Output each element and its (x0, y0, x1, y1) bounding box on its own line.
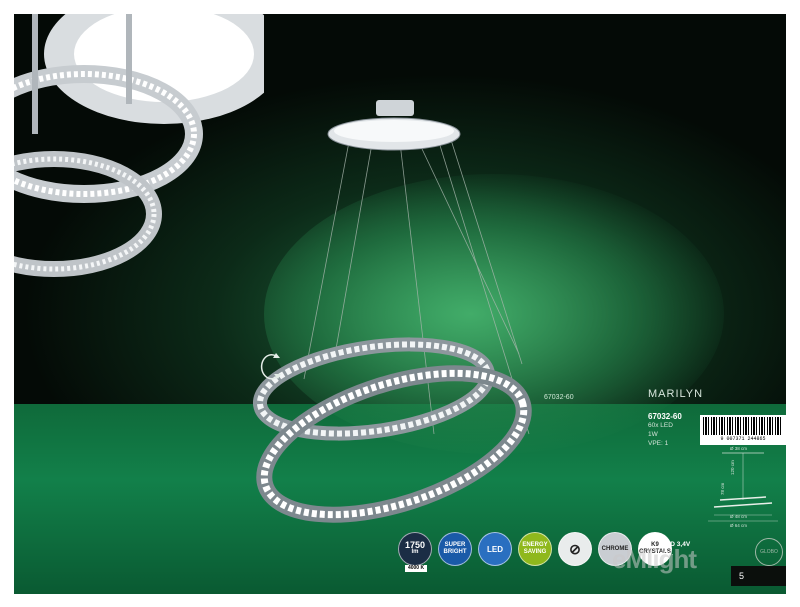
led-icon: LED (478, 532, 512, 566)
kelvin-label: 4000 K (405, 565, 427, 572)
fixture-closeup-image (14, 14, 264, 277)
barcode-bars (703, 417, 783, 435)
product-name: MARILYN (648, 388, 704, 400)
rotate-arrows-icon (260, 353, 281, 380)
dim-height-1: 120 cm (730, 460, 735, 475)
dim-large-ring: Ø 64 cm (730, 523, 747, 528)
barcode: 9 007371 244865 (700, 415, 786, 445)
barcode-number: 9 007371 244865 (720, 436, 766, 442)
catalog-page: 67032-60 (14, 14, 786, 594)
ceiling-canopy (327, 100, 461, 151)
dimension-diagram: Ø 38 cm Ø 48 cm Ø 64 cm 120 cm 78 cm (708, 446, 778, 528)
dim-medium-ring: Ø 48 cm (730, 514, 747, 519)
bulb-crossed-icon: ⊘ (558, 532, 592, 566)
lumen-icon: 1750 lm 4000 K (398, 532, 432, 572)
super-bright-icon: SUPER BRIGHT (438, 532, 472, 566)
brand-seal-icon: GLOBO (755, 538, 783, 566)
lumen-value: 1750 (404, 540, 426, 550)
page-number: 5 (731, 566, 786, 586)
ring-pendant-lamp (252, 337, 532, 523)
energy-saving-icon: ENERGY SAVING (518, 532, 552, 566)
lumen-unit: lm (411, 549, 419, 555)
dim-height-2: 78 cm (720, 482, 725, 495)
dim-canopy: Ø 38 cm (730, 446, 747, 451)
product-callout-label: 67032-60 (544, 394, 574, 401)
watermark-logo: eMlight (612, 544, 697, 574)
